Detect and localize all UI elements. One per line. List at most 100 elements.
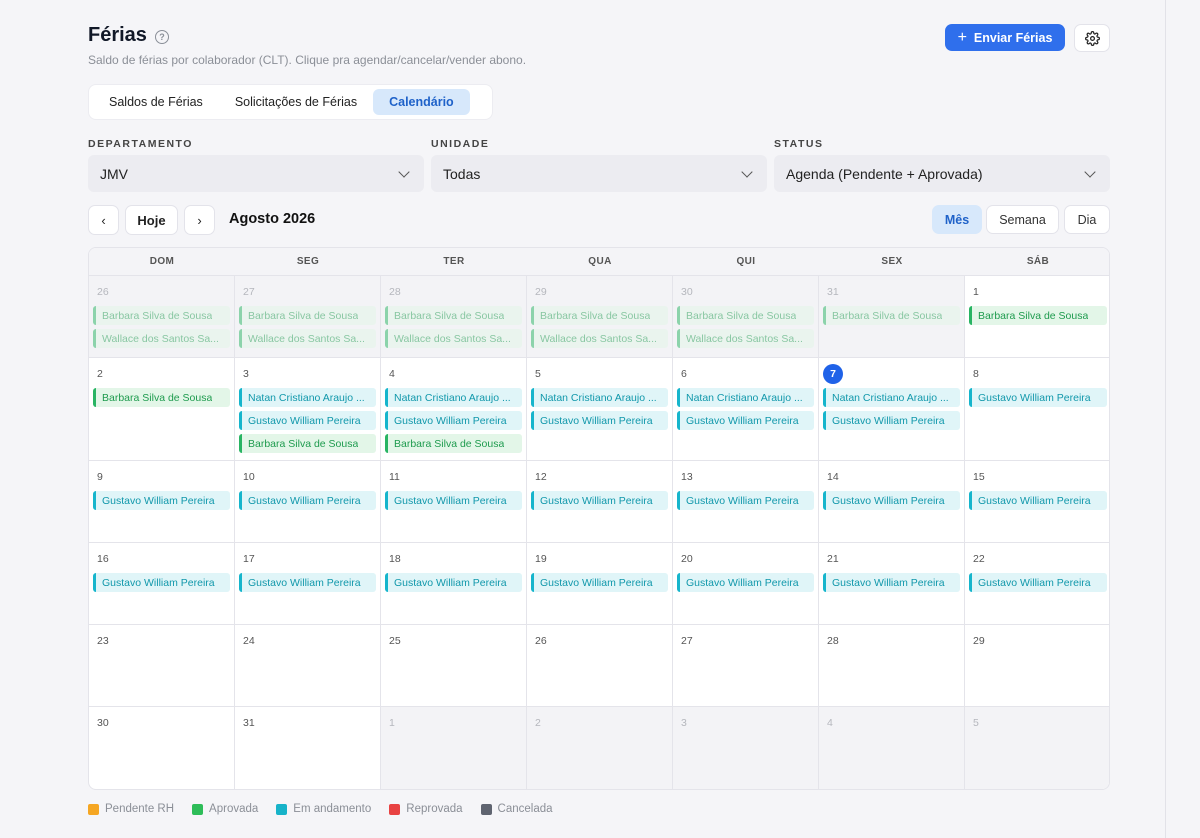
prev-month-button[interactable]: ‹: [88, 205, 119, 235]
calendar-day[interactable]: 6 Natan Cristiano Araujo ... Gustavo Willi…: [673, 358, 819, 460]
vacation-event[interactable]: Wallace dos Santos Sa...: [385, 329, 522, 348]
calendar-day[interactable]: 30: [89, 707, 235, 789]
vacation-event[interactable]: Gustavo William Pereira: [239, 411, 376, 430]
vacation-event[interactable]: Gustavo William Pereira: [969, 491, 1107, 510]
calendar-day[interactable]: 24: [235, 625, 381, 706]
calendar-day[interactable]: 27 Barbara Silva de Sousa Wallace dos Sant…: [235, 276, 381, 357]
calendar-day[interactable]: 15 Gustavo William Pereira: [965, 461, 1109, 542]
calendar-day[interactable]: 25: [381, 625, 527, 706]
vacation-event[interactable]: Natan Cristiano Araujo ...: [385, 388, 522, 407]
vacation-event[interactable]: Barbara Silva de Sousa: [239, 434, 376, 453]
calendar-day[interactable]: 9 Gustavo William Pereira: [89, 461, 235, 542]
calendar-day[interactable]: 4: [819, 707, 965, 789]
calendar-day[interactable]: 17 Gustavo William Pereira: [235, 543, 381, 624]
vacation-event[interactable]: Gustavo William Pereira: [969, 573, 1107, 592]
vacation-event[interactable]: Gustavo William Pereira: [823, 491, 960, 510]
vacation-event[interactable]: Barbara Silva de Sousa: [969, 306, 1107, 325]
vacation-event[interactable]: Natan Cristiano Araujo ...: [239, 388, 376, 407]
vacation-event[interactable]: Gustavo William Pereira: [677, 573, 814, 592]
today-button[interactable]: Hoje: [125, 205, 178, 235]
vacation-event[interactable]: Gustavo William Pereira: [385, 491, 522, 510]
calendar-day[interactable]: 20 Gustavo William Pereira: [673, 543, 819, 624]
calendar-day[interactable]: 18 Gustavo William Pereira: [381, 543, 527, 624]
calendar-day[interactable]: 8 Gustavo William Pereira: [965, 358, 1109, 460]
vacation-event[interactable]: Wallace dos Santos Sa...: [531, 329, 668, 348]
calendar-day[interactable]: 11 Gustavo William Pereira: [381, 461, 527, 542]
vacation-event[interactable]: Barbara Silva de Sousa: [239, 306, 376, 325]
calendar-day[interactable]: 19 Gustavo William Pereira: [527, 543, 673, 624]
calendar-day[interactable]: 5: [965, 707, 1109, 789]
next-month-button[interactable]: ›: [184, 205, 215, 235]
calendar-day[interactable]: 2 Barbara Silva de Sousa: [89, 358, 235, 460]
vacation-event[interactable]: Wallace dos Santos Sa...: [93, 329, 230, 348]
calendar-day[interactable]: 31 Barbara Silva de Sousa: [819, 276, 965, 357]
vacation-event[interactable]: Gustavo William Pereira: [93, 573, 230, 592]
vacation-event[interactable]: Barbara Silva de Sousa: [93, 306, 230, 325]
view-month-button[interactable]: Mês: [932, 205, 982, 234]
vacation-event[interactable]: Gustavo William Pereira: [823, 573, 960, 592]
vacation-event[interactable]: Gustavo William Pereira: [969, 388, 1107, 407]
tab-saldos[interactable]: Saldos de Férias: [93, 89, 219, 115]
calendar-day[interactable]: 26: [527, 625, 673, 706]
unit-select[interactable]: Todas: [431, 155, 767, 192]
calendar-day[interactable]: 10 Gustavo William Pereira: [235, 461, 381, 542]
calendar-day[interactable]: 12 Gustavo William Pereira: [527, 461, 673, 542]
question-circle-icon[interactable]: ?: [154, 29, 169, 44]
vacation-event[interactable]: Gustavo William Pereira: [239, 491, 376, 510]
vacation-event[interactable]: Barbara Silva de Sousa: [823, 306, 960, 325]
department-select[interactable]: JMV: [88, 155, 424, 192]
vacation-event[interactable]: Gustavo William Pereira: [385, 411, 522, 430]
calendar-day[interactable]: 29 Barbara Silva de Sousa Wallace dos Sant…: [527, 276, 673, 357]
vacation-event[interactable]: Gustavo William Pereira: [239, 573, 376, 592]
vacation-event[interactable]: Gustavo William Pereira: [823, 411, 960, 430]
weekday-label: QUA: [588, 256, 612, 267]
vacation-event[interactable]: Gustavo William Pereira: [385, 573, 522, 592]
view-day-button[interactable]: Dia: [1064, 205, 1110, 234]
calendar-day[interactable]: 21 Gustavo William Pereira: [819, 543, 965, 624]
calendar-day[interactable]: 26 Barbara Silva de Sousa Wallace dos Sant…: [89, 276, 235, 357]
vacation-event[interactable]: Gustavo William Pereira: [677, 411, 814, 430]
vacation-event-label: Barbara Silva de Sousa: [540, 309, 651, 322]
vacation-event[interactable]: Gustavo William Pereira: [93, 491, 230, 510]
vacation-event[interactable]: Natan Cristiano Araujo ...: [677, 388, 814, 407]
day-number: 4: [385, 364, 522, 384]
vacation-event[interactable]: Barbara Silva de Sousa: [677, 306, 814, 325]
calendar-day[interactable]: 22 Gustavo William Pereira: [965, 543, 1109, 624]
calendar-day[interactable]: 13 Gustavo William Pereira: [673, 461, 819, 542]
calendar-day[interactable]: 7 Natan Cristiano Araujo ... Gustavo Willi…: [819, 358, 965, 460]
vacation-event[interactable]: Barbara Silva de Sousa: [385, 306, 522, 325]
tab-calendario[interactable]: Calendário: [373, 89, 470, 115]
calendar-day[interactable]: 28 Barbara Silva de Sousa Wallace dos Sant…: [381, 276, 527, 357]
vacation-event[interactable]: Gustavo William Pereira: [677, 491, 814, 510]
vacation-event[interactable]: Wallace dos Santos Sa...: [239, 329, 376, 348]
calendar-day[interactable]: 28: [819, 625, 965, 706]
settings-button[interactable]: [1074, 24, 1110, 52]
vacation-event[interactable]: Barbara Silva de Sousa: [531, 306, 668, 325]
calendar-day[interactable]: 3: [673, 707, 819, 789]
calendar-day[interactable]: 27: [673, 625, 819, 706]
calendar-day[interactable]: 23: [89, 625, 235, 706]
calendar-day[interactable]: 29: [965, 625, 1109, 706]
calendar-day[interactable]: 30 Barbara Silva de Sousa Wallace dos Sant…: [673, 276, 819, 357]
vacation-event[interactable]: Gustavo William Pereira: [531, 411, 668, 430]
send-vacation-button[interactable]: + Enviar Férias: [945, 24, 1065, 51]
vacation-event[interactable]: Gustavo William Pereira: [531, 491, 668, 510]
tab-solicitacoes[interactable]: Solicitações de Férias: [219, 89, 373, 115]
calendar-day[interactable]: 4 Natan Cristiano Araujo ... Gustavo Willi…: [381, 358, 527, 460]
calendar-day[interactable]: 3 Natan Cristiano Araujo ... Gustavo Willi…: [235, 358, 381, 460]
status-select[interactable]: Agenda (Pendente + Aprovada): [774, 155, 1110, 192]
calendar-day[interactable]: 14 Gustavo William Pereira: [819, 461, 965, 542]
vacation-event[interactable]: Barbara Silva de Sousa: [93, 388, 230, 407]
vacation-event[interactable]: Natan Cristiano Araujo ...: [531, 388, 668, 407]
calendar-day[interactable]: 31: [235, 707, 381, 789]
vacation-event[interactable]: Natan Cristiano Araujo ...: [823, 388, 960, 407]
view-week-button[interactable]: Semana: [986, 205, 1059, 234]
vacation-event[interactable]: Gustavo William Pereira: [531, 573, 668, 592]
calendar-day[interactable]: 2: [527, 707, 673, 789]
calendar-day[interactable]: 5 Natan Cristiano Araujo ... Gustavo Willi…: [527, 358, 673, 460]
vacation-event[interactable]: Barbara Silva de Sousa: [385, 434, 522, 453]
calendar-day[interactable]: 1 Barbara Silva de Sousa: [965, 276, 1109, 357]
calendar-day[interactable]: 1: [381, 707, 527, 789]
calendar-day[interactable]: 16 Gustavo William Pereira: [89, 543, 235, 624]
vacation-event[interactable]: Wallace dos Santos Sa...: [677, 329, 814, 348]
